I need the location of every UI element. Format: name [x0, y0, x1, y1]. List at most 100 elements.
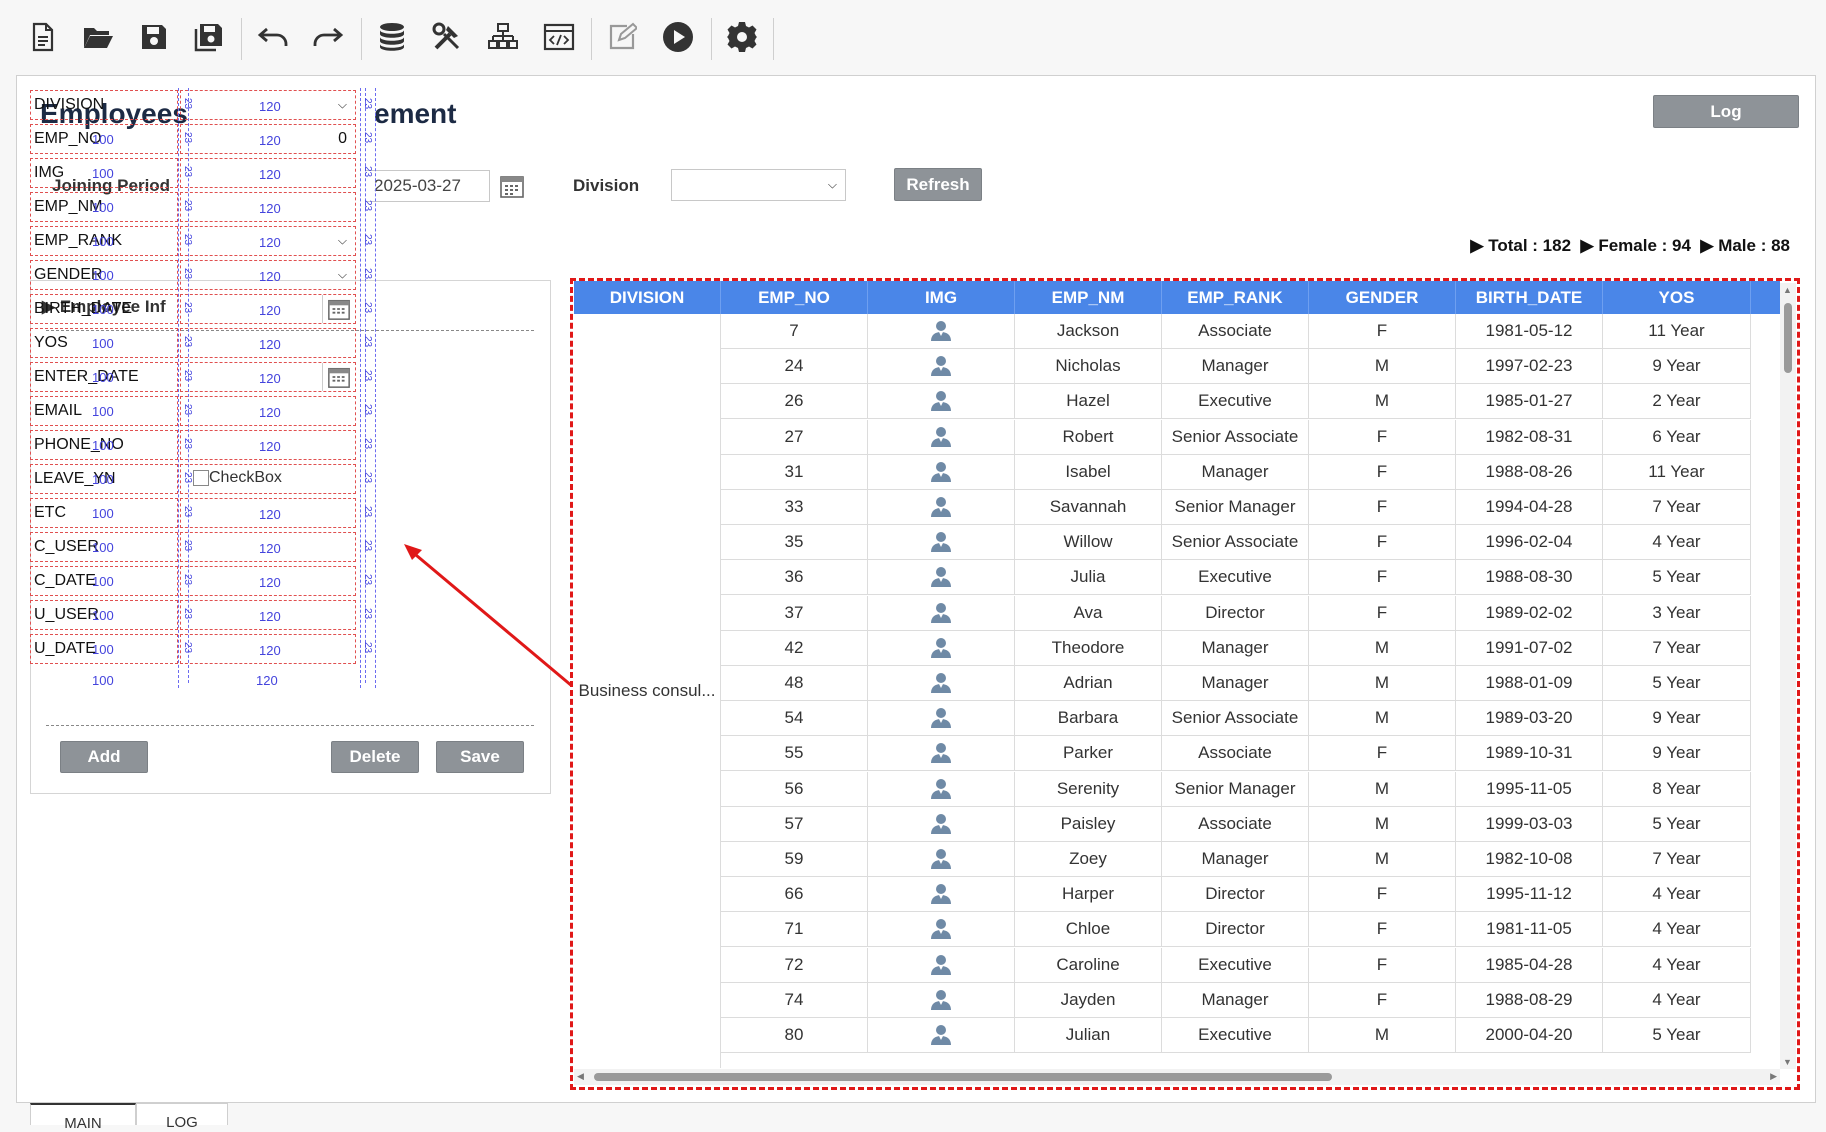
cell-yos[interactable]: 5 Year — [1603, 1018, 1751, 1053]
cell-yos[interactable]: 9 Year — [1603, 736, 1751, 771]
refresh-button[interactable]: Refresh — [894, 168, 982, 201]
cell-gender[interactable]: F — [1309, 948, 1456, 983]
horizontal-scroll-thumb[interactable] — [594, 1073, 1332, 1081]
column-header-gender[interactable]: GENDER — [1309, 281, 1456, 314]
cell-emp-nm[interactable]: Paisley — [1015, 807, 1162, 842]
database-button[interactable] — [372, 17, 412, 57]
cell-birth-date[interactable]: 1981-11-05 — [1456, 912, 1603, 947]
cell-birth-date[interactable]: 1995-11-12 — [1456, 877, 1603, 912]
cell-img[interactable] — [868, 948, 1015, 983]
cell-emp-no[interactable]: 31 — [721, 455, 868, 490]
cell-emp-nm[interactable]: Harper — [1015, 877, 1162, 912]
cell-img[interactable] — [868, 877, 1015, 912]
vertical-scroll-thumb[interactable] — [1784, 303, 1792, 373]
cell-birth-date[interactable]: 1981-05-12 — [1456, 314, 1603, 349]
cell-emp-rank[interactable]: Manager — [1162, 666, 1309, 701]
cell-birth-date[interactable]: 1989-10-31 — [1456, 736, 1603, 771]
cell-img[interactable] — [868, 525, 1015, 560]
cell-img[interactable] — [868, 807, 1015, 842]
cell-img[interactable] — [868, 772, 1015, 807]
cell-gender[interactable]: F — [1309, 490, 1456, 525]
save-all-button[interactable] — [189, 17, 229, 57]
scroll-right-icon[interactable]: ▶ — [1770, 1071, 1777, 1082]
form-field-c-user[interactable]: 120 — [180, 532, 356, 562]
cell-emp-no[interactable]: 72 — [721, 948, 868, 983]
column-header-emp-no[interactable]: EMP_NO — [721, 281, 868, 314]
cell-img[interactable] — [868, 912, 1015, 947]
cell-birth-date[interactable]: 1988-08-30 — [1456, 560, 1603, 595]
cell-img[interactable] — [868, 1018, 1015, 1053]
cell-emp-rank[interactable]: Senior Manager — [1162, 490, 1309, 525]
cell-emp-rank[interactable]: Manager — [1162, 349, 1309, 384]
cell-img[interactable] — [868, 983, 1015, 1018]
cell-emp-nm[interactable]: Chloe — [1015, 912, 1162, 947]
form-field-enter-date[interactable]: 120 — [180, 362, 356, 392]
cell-gender[interactable]: F — [1309, 455, 1456, 490]
cell-emp-no[interactable]: 35 — [721, 525, 868, 560]
cell-yos[interactable]: 11 Year — [1603, 314, 1751, 349]
cell-emp-rank[interactable]: Manager — [1162, 842, 1309, 877]
form-field-gender[interactable]: ⌵ 120 — [180, 260, 356, 290]
column-header-birth-date[interactable]: BIRTH_DATE — [1456, 281, 1603, 314]
cell-emp-no[interactable]: 36 — [721, 560, 868, 595]
form-field-phone-no[interactable]: 120 — [180, 430, 356, 460]
cell-gender[interactable]: F — [1309, 877, 1456, 912]
cell-gender[interactable]: F — [1309, 912, 1456, 947]
cell-emp-rank[interactable]: Director — [1162, 877, 1309, 912]
leave-yn-checkbox[interactable] — [193, 470, 209, 486]
redo-button[interactable] — [308, 17, 348, 57]
cell-emp-nm[interactable]: Julia — [1015, 560, 1162, 595]
cell-gender[interactable]: F — [1309, 736, 1456, 771]
cell-gender[interactable]: M — [1309, 631, 1456, 666]
cell-gender[interactable]: M — [1309, 842, 1456, 877]
cell-gender[interactable]: M — [1309, 384, 1456, 419]
scroll-up-icon[interactable]: ▲ — [1783, 285, 1792, 295]
cell-img[interactable] — [868, 842, 1015, 877]
form-field-c-date[interactable]: 120 — [180, 566, 356, 596]
form-field-u-user[interactable]: 120 — [180, 600, 356, 630]
cell-emp-no[interactable]: 48 — [721, 666, 868, 701]
cell-birth-date[interactable]: 1985-04-28 — [1456, 948, 1603, 983]
cell-img[interactable] — [868, 314, 1015, 349]
cell-emp-no[interactable]: 59 — [721, 842, 868, 877]
column-header-emp-rank[interactable]: EMP_RANK — [1162, 281, 1309, 314]
cell-yos[interactable]: 8 Year — [1603, 772, 1751, 807]
run-button[interactable] — [658, 17, 698, 57]
cell-img[interactable] — [868, 666, 1015, 701]
cell-yos[interactable]: 5 Year — [1603, 666, 1751, 701]
grid-vertical-scrollbar[interactable]: ▲ ▼ — [1780, 283, 1796, 1069]
cell-birth-date[interactable]: 1982-10-08 — [1456, 842, 1603, 877]
cell-yos[interactable]: 5 Year — [1603, 560, 1751, 595]
form-field-birth-date[interactable]: 120 — [180, 294, 356, 324]
cell-gender[interactable]: M — [1309, 1018, 1456, 1053]
cell-yos[interactable]: 9 Year — [1603, 701, 1751, 736]
hierarchy-button[interactable] — [483, 17, 523, 57]
scroll-down-icon[interactable]: ▼ — [1783, 1057, 1792, 1067]
cell-yos[interactable]: 3 Year — [1603, 596, 1751, 631]
cell-emp-rank[interactable]: Director — [1162, 596, 1309, 631]
cell-emp-rank[interactable]: Manager — [1162, 455, 1309, 490]
cell-gender[interactable]: M — [1309, 349, 1456, 384]
cell-emp-rank[interactable]: Director — [1162, 912, 1309, 947]
cell-gender[interactable]: M — [1309, 772, 1456, 807]
cell-emp-no[interactable]: 33 — [721, 490, 868, 525]
cell-birth-date[interactable]: 1988-08-26 — [1456, 455, 1603, 490]
cell-yos[interactable]: 4 Year — [1603, 948, 1751, 983]
cell-img[interactable] — [868, 490, 1015, 525]
cell-emp-nm[interactable]: Julian — [1015, 1018, 1162, 1053]
cell-emp-nm[interactable]: Savannah — [1015, 490, 1162, 525]
cell-img[interactable] — [868, 384, 1015, 419]
cell-birth-date[interactable]: 1985-01-27 — [1456, 384, 1603, 419]
delete-button[interactable]: Delete — [331, 741, 419, 773]
cell-birth-date[interactable]: 1991-07-02 — [1456, 631, 1603, 666]
cell-emp-nm[interactable]: Isabel — [1015, 455, 1162, 490]
cell-emp-no[interactable]: 80 — [721, 1018, 868, 1053]
grid-horizontal-scrollbar[interactable]: ◀ ▶ — [574, 1069, 1780, 1085]
cell-emp-nm[interactable]: Hazel — [1015, 384, 1162, 419]
cell-birth-date[interactable]: 1988-01-09 — [1456, 666, 1603, 701]
column-header-division[interactable]: DIVISION — [574, 281, 721, 314]
cell-emp-rank[interactable]: Senior Associate — [1162, 701, 1309, 736]
cell-emp-rank[interactable]: Executive — [1162, 560, 1309, 595]
cell-emp-nm[interactable]: Willow — [1015, 525, 1162, 560]
new-file-button[interactable] — [23, 17, 63, 57]
